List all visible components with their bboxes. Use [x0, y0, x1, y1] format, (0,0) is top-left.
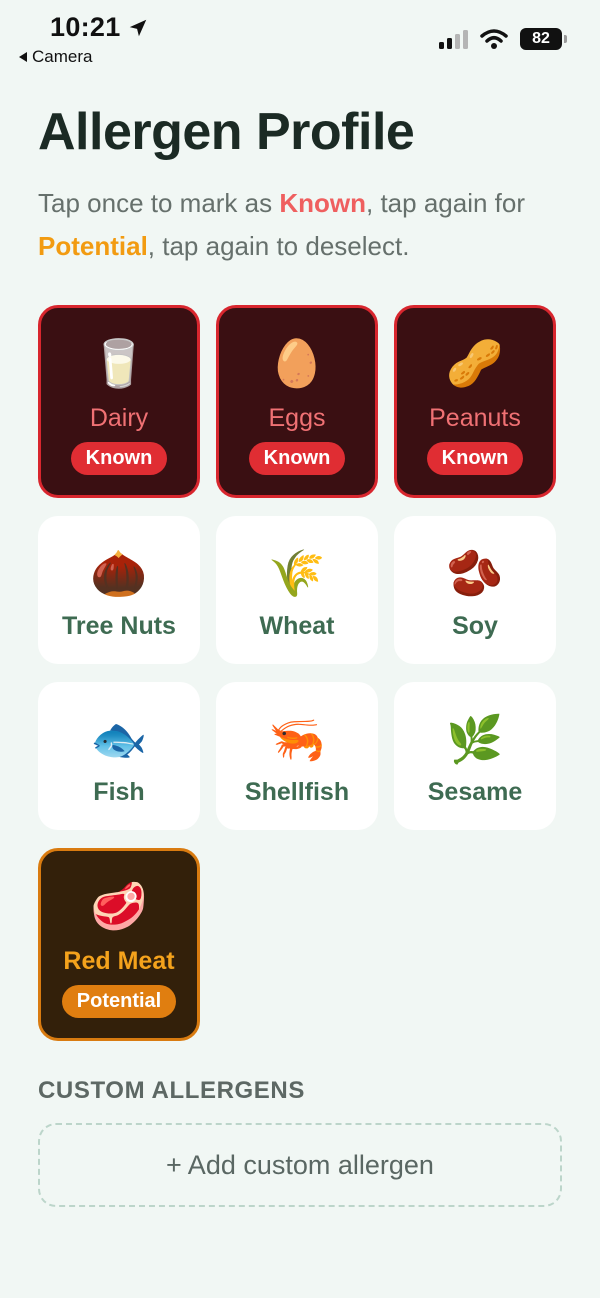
allergen-tile-sesame[interactable]: 🌿 Sesame [394, 682, 556, 830]
allergen-label: Sesame [427, 778, 523, 806]
shrimp-icon: 🦐 [268, 713, 326, 765]
potential-badge: Potential [61, 985, 177, 1018]
wheat-icon: 🌾 [268, 547, 326, 599]
allergen-profile-screen: 10:21 Camera 82 Allergen Profile Tap onc… [0, 0, 600, 1298]
battery-level: 82 [532, 30, 550, 47]
allergen-tile-red-meat[interactable]: 🥩 Red Meat Potential [38, 848, 200, 1041]
known-keyword: Known [279, 188, 366, 218]
allergen-tile-peanuts[interactable]: 🥜 Peanuts Known [394, 305, 556, 498]
allergen-label: Shellfish [244, 778, 350, 806]
location-arrow-icon [129, 19, 146, 36]
chestnut-icon: 🌰 [90, 547, 148, 599]
allergen-tile-wheat[interactable]: 🌾 Wheat [216, 516, 378, 664]
known-badge: Known [426, 442, 524, 475]
known-badge: Known [248, 442, 346, 475]
allergen-label: Eggs [268, 404, 326, 432]
instructions-part-3: , tap again to deselect. [147, 231, 410, 261]
page-title: Allergen Profile [38, 103, 415, 161]
egg-icon: 🥚 [268, 337, 326, 389]
allergen-label: Fish [93, 778, 145, 806]
instructions-text: Tap once to mark as Known, tap again for… [38, 182, 568, 268]
beans-icon: 🫘 [446, 547, 504, 599]
allergen-tile-tree-nuts[interactable]: 🌰 Tree Nuts [38, 516, 200, 664]
battery-icon: 82 [520, 28, 567, 50]
status-time-text: 10:21 [50, 12, 121, 42]
allergen-tile-soy[interactable]: 🫘 Soy [394, 516, 556, 664]
back-to-camera-link[interactable]: Camera [19, 47, 92, 67]
add-custom-allergen-button[interactable]: + Add custom allergen [38, 1123, 562, 1207]
peanut-icon: 🥜 [446, 337, 504, 389]
allergen-label: Red Meat [63, 947, 175, 975]
allergen-label: Peanuts [429, 404, 521, 432]
back-triangle-icon [19, 52, 27, 62]
herb-icon: 🌿 [446, 713, 504, 765]
allergen-tile-shellfish[interactable]: 🦐 Shellfish [216, 682, 378, 830]
status-indicators: 82 [439, 28, 567, 50]
cellular-signal-icon [439, 29, 468, 49]
allergen-grid: 🥛 Dairy Known 🥚 Eggs Known 🥜 Peanuts Kno… [38, 305, 556, 1041]
instructions-part-2: , tap again for [366, 188, 525, 218]
steak-icon: 🥩 [90, 880, 148, 932]
custom-allergens-heading: CUSTOM ALLERGENS [38, 1077, 305, 1104]
potential-keyword: Potential [38, 231, 148, 261]
allergen-tile-eggs[interactable]: 🥚 Eggs Known [216, 305, 378, 498]
allergen-label: Wheat [259, 612, 335, 640]
allergen-label: Dairy [89, 404, 149, 432]
allergen-label: Soy [452, 612, 498, 640]
instructions-part-1: Tap once to mark as [38, 188, 280, 218]
known-badge: Known [70, 442, 168, 475]
allergen-tile-fish[interactable]: 🐟 Fish [38, 682, 200, 830]
allergen-tile-dairy[interactable]: 🥛 Dairy Known [38, 305, 200, 498]
wifi-icon [480, 28, 508, 49]
fish-icon: 🐟 [90, 713, 148, 765]
milk-icon: 🥛 [90, 337, 148, 389]
status-bar-time: 10:21 [50, 12, 149, 43]
allergen-label: Tree Nuts [62, 612, 176, 640]
back-link-label: Camera [32, 47, 93, 66]
